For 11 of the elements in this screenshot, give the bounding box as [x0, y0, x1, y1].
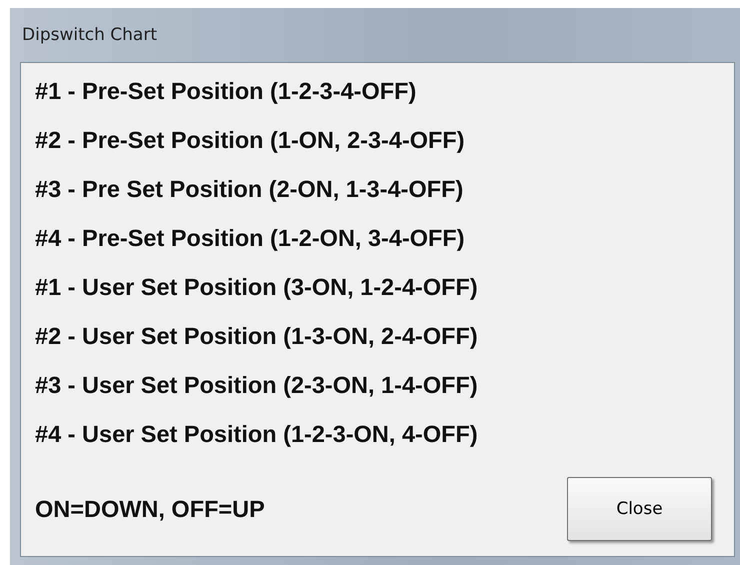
- position-text: #1 - Pre-Set Position (1-2-3-4-OFF): [35, 77, 418, 106]
- position-text: #3 - User Set Position (2-3-ON, 1-4-OFF): [35, 371, 479, 400]
- position-text: #4 - Pre-Set Position (1-2-ON, 3-4-OFF): [35, 224, 466, 253]
- close-button[interactable]: Close: [567, 477, 712, 541]
- position-text: #3 - Pre Set Position (2-ON, 1-3-4-OFF): [35, 175, 464, 204]
- legend-text: ON=DOWN, OFF=UP: [35, 494, 265, 524]
- position-text: #2 - User Set Position (1-3-ON, 2-4-OFF): [35, 322, 479, 351]
- window-title: Dipswitch Chart: [21, 24, 158, 47]
- position-text: #4 - User Set Position (1-2-3-ON, 4-OFF): [35, 420, 479, 449]
- position-text: #2 - Pre-Set Position (1-ON, 2-3-4-OFF): [35, 126, 466, 155]
- position-text: #1 - User Set Position (3-ON, 1-2-4-OFF): [35, 273, 479, 302]
